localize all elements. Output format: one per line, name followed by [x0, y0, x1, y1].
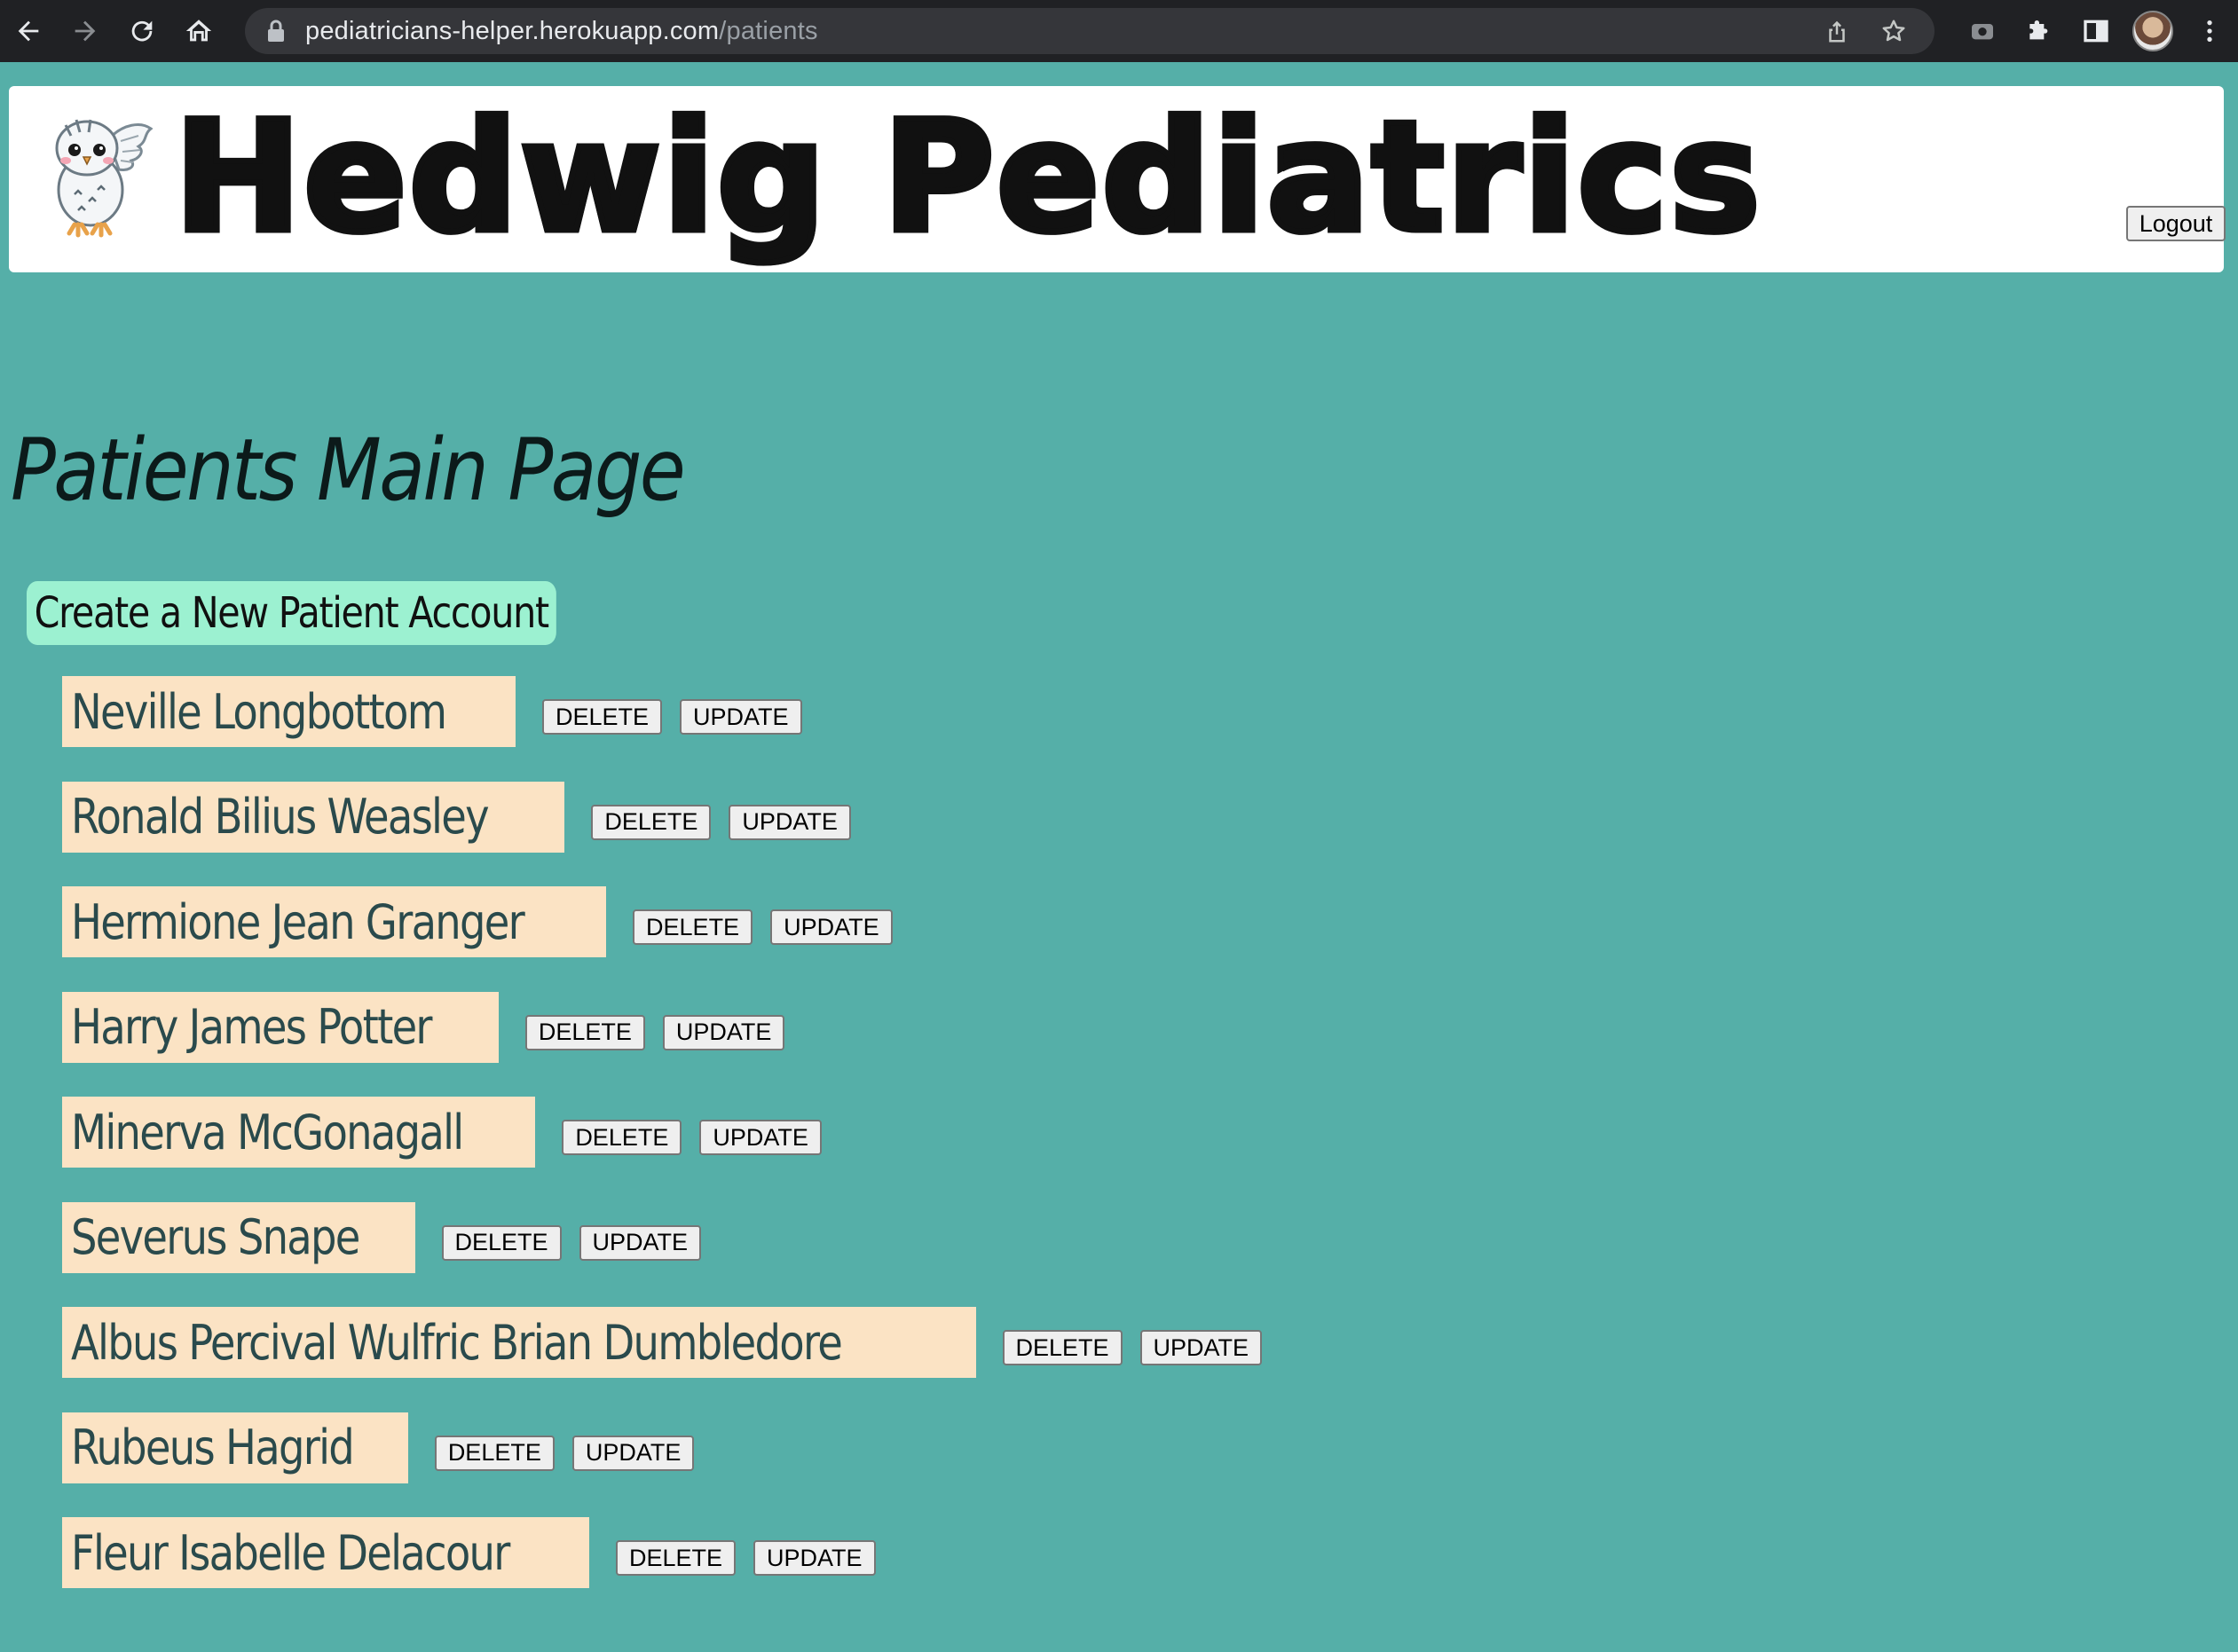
patient-name-link[interactable]: Ronald Bilius Weasley [62, 781, 565, 853]
profile-button[interactable] [2124, 0, 2181, 62]
home-button[interactable] [170, 0, 227, 62]
patient-row: Neville Longbottom DELETE UPDATE [62, 676, 1262, 747]
puzzle-icon [2029, 20, 2048, 40]
url-path: /patients [719, 16, 818, 45]
camera-icon [1972, 24, 1993, 40]
address-bar-actions [1809, 8, 1922, 54]
update-button[interactable]: UPDATE [699, 1120, 822, 1155]
brand-title: Hedwig Pediatrics [171, 88, 1764, 266]
logout-button[interactable]: Logout [2126, 206, 2226, 241]
patient-row: Severus Snape DELETE UPDATE [62, 1201, 1262, 1273]
update-button[interactable]: UPDATE [571, 1435, 695, 1471]
delete-button[interactable]: DELETE [434, 1435, 555, 1471]
patient-name-link[interactable]: Severus Snape [62, 1201, 415, 1273]
patient-name: Harry James Potter [71, 999, 433, 1055]
update-button[interactable]: UPDATE [680, 699, 802, 735]
delete-button[interactable]: DELETE [591, 804, 712, 840]
delete-button[interactable]: DELETE [562, 1120, 682, 1155]
side-panel-button[interactable] [2068, 0, 2124, 62]
star-icon [1882, 20, 1905, 42]
patient-name-link[interactable]: Neville Longbottom [62, 676, 516, 747]
patient-row: Harry James Potter DELETE UPDATE [62, 991, 1262, 1063]
url-text: pediatricians-helper.herokuapp.com/patie… [305, 17, 818, 46]
patient-name: Minerva McGonagall [71, 1104, 464, 1160]
update-button[interactable]: UPDATE [729, 804, 851, 840]
arrow-right-icon [75, 20, 96, 42]
delete-button[interactable]: DELETE [615, 1540, 737, 1576]
create-patient-button[interactable]: Create a New Patient Account [27, 581, 556, 645]
lock-icon [266, 20, 286, 43]
share-icon [1829, 20, 1845, 43]
patient-name-link[interactable]: Minerva McGonagall [62, 1097, 536, 1168]
patient-name: Fleur Isabelle Delacour [71, 1524, 510, 1581]
patient-row: Ronald Bilius Weasley DELETE UPDATE [62, 781, 1262, 853]
patient-row: Hermione Jean Granger DELETE UPDATE [62, 886, 1262, 957]
toolbar-actions [1954, 0, 2238, 62]
delete-button[interactable]: DELETE [1002, 1330, 1123, 1365]
patient-name-link[interactable]: Hermione Jean Granger [62, 886, 607, 957]
patient-row: Fleur Isabelle Delacour DELETE UPDATE [62, 1517, 1262, 1588]
extensions-button[interactable] [2011, 0, 2068, 62]
address-bar[interactable]: pediatricians-helper.herokuapp.com/patie… [245, 8, 1935, 54]
reload-icon [131, 20, 153, 42]
site-header: Hedwig Pediatrics Logout [9, 86, 2226, 272]
patient-name: Severus Snape [71, 1209, 360, 1265]
browser-toolbar: pediatricians-helper.herokuapp.com/patie… [0, 0, 2238, 62]
patient-name: Hermione Jean Granger [71, 893, 525, 950]
patient-row: Minerva McGonagall DELETE UPDATE [62, 1097, 1262, 1168]
avatar [2132, 11, 2173, 51]
update-button[interactable]: UPDATE [770, 909, 893, 945]
update-button[interactable]: UPDATE [1139, 1330, 1263, 1365]
patient-name: Albus Percival Wulfric Brian Dumbledore [71, 1314, 843, 1371]
delete-button[interactable]: DELETE [524, 1014, 645, 1050]
patient-name-link[interactable]: Rubeus Hagrid [62, 1412, 408, 1483]
url-host: pediatricians-helper.herokuapp.com [305, 16, 720, 45]
owl-logo [55, 119, 154, 238]
forward-button[interactable] [57, 0, 114, 62]
browser-menu-button[interactable] [2181, 0, 2238, 62]
patient-name-link[interactable]: Fleur Isabelle Delacour [62, 1517, 589, 1588]
patient-list: Neville Longbottom DELETE UPDATE Ronald … [62, 676, 1263, 1623]
patient-name: Neville Longbottom [71, 683, 447, 740]
screenshot-button[interactable] [1954, 0, 2011, 62]
create-patient-label: Create a New Patient Account [34, 588, 550, 638]
home-icon [185, 20, 212, 42]
update-button[interactable]: UPDATE [753, 1540, 876, 1576]
reload-button[interactable] [114, 0, 170, 62]
bookmark-button[interactable] [1865, 8, 1922, 54]
arrow-left-icon [18, 20, 39, 42]
delete-button[interactable]: DELETE [633, 909, 753, 945]
update-button[interactable]: UPDATE [662, 1014, 785, 1050]
patient-name: Ronald Bilius Weasley [71, 789, 490, 845]
patient-row: Albus Percival Wulfric Brian Dumbledore … [62, 1307, 1263, 1378]
side-panel-icon [2084, 20, 2108, 43]
delete-button[interactable]: DELETE [541, 699, 662, 735]
patient-row: Rubeus Hagrid DELETE UPDATE [62, 1412, 1262, 1483]
update-button[interactable]: UPDATE [579, 1224, 702, 1261]
share-button[interactable] [1809, 8, 1865, 54]
patient-name-link[interactable]: Albus Percival Wulfric Brian Dumbledore [62, 1307, 976, 1378]
delete-button[interactable]: DELETE [441, 1224, 562, 1261]
page-title: Patients Main Page [11, 421, 686, 520]
patient-name: Rubeus Hagrid [71, 1420, 355, 1475]
kebab-menu-icon [2207, 20, 2212, 42]
patient-name-link[interactable]: Harry James Potter [62, 991, 499, 1063]
back-button[interactable] [0, 0, 57, 62]
